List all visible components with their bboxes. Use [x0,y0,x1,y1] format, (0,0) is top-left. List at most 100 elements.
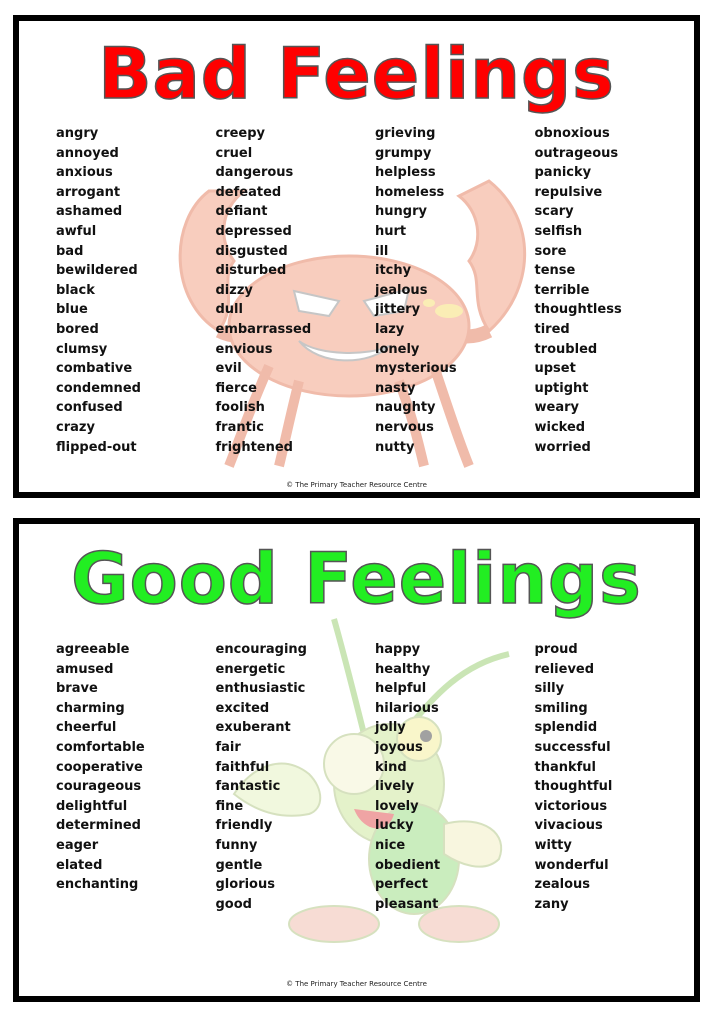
feeling-word: weary [534,400,579,416]
feeling-word: good [215,896,252,912]
feeling-word: courageous [56,779,142,795]
feeling-word: cooperative [56,759,143,775]
feeling-word: nasty [375,380,416,396]
feeling-word: depressed [215,223,292,239]
feeling-word: excited [215,700,270,716]
feeling-word: evil [215,361,242,377]
word-column: encouraging energetic enthusiastic excited e… [216,640,376,914]
bad-feelings-title: Bad Feelings [97,33,615,115]
feeling-word: embarrassed [215,321,312,337]
feeling-word: charming [56,700,125,716]
feeling-word: ill [375,243,389,259]
feeling-word: determined [56,818,141,834]
feeling-word: scary [534,204,574,220]
feeling-word: bored [56,321,99,337]
feeling-word: delightful [56,798,128,814]
feeling-word: smiling [534,700,588,716]
feeling-word: healthy [375,661,431,677]
word-column: angry annoyed anxious arrogant ashamed awful b… [56,124,216,457]
feeling-word: fantastic [215,779,281,795]
good-feelings-card: Good Feelings agreeable amused brave charmi… [13,518,700,1002]
feeling-word: hurt [375,223,407,239]
word-column: proud relieved silly smiling splendid success… [535,640,695,914]
feeling-word: foolish [215,400,265,416]
feeling-word: creepy [215,126,266,141]
feeling-word: troubled [534,341,598,357]
feeling-word: disturbed [215,263,287,279]
feeling-word: arrogant [56,184,121,200]
feeling-word: outrageous [534,145,619,161]
feeling-word: splendid [534,720,598,736]
feeling-word: tense [534,263,576,279]
feeling-word: angry [56,126,99,141]
feeling-word: lonely [375,341,420,357]
feeling-word: fierce [215,380,257,396]
feeling-word: funny [215,837,258,853]
feeling-word: cheerful [56,720,117,736]
feeling-word: friendly [215,818,273,834]
feeling-word: amused [56,661,114,677]
feeling-word: brave [56,681,98,697]
feeling-word: blue [56,302,88,318]
feeling-word: frightened [215,439,294,455]
feeling-word: successful [534,739,611,755]
feeling-word: fine [215,798,244,814]
feeling-word: thoughtless [534,302,622,318]
feeling-word: lovely [375,798,419,814]
feeling-word: frantic [215,419,264,435]
feeling-word: envious [215,341,273,357]
feeling-word: clumsy [56,341,108,357]
feeling-word: wonderful [534,857,609,873]
feeling-word: flipped-out [56,439,137,455]
feeling-word: thoughtful [534,779,613,795]
feeling-word: condemned [56,380,141,396]
word-column: grieving grumpy helpless homeless hungry hurt… [375,124,535,457]
word-column: happy healthy helpful hilarious jolly joyous k… [375,640,535,914]
feeling-word: zealous [534,877,591,893]
feeling-word: obnoxious [534,126,610,141]
feeling-word: joyous [375,739,423,755]
feeling-word: happy [375,642,421,657]
feeling-word: jealous [375,282,428,298]
feeling-word: obedient [375,857,441,873]
copyright-footer: © The Primary Teacher Resource Centre [286,481,427,489]
feeling-word: lively [375,779,415,795]
feeling-word: dull [215,302,243,318]
feeling-word: defeated [215,184,282,200]
feeling-word: bad [56,243,84,259]
feeling-word: zany [534,896,569,912]
bad-feelings-card: Bad Feelings angry annoyed anxious arrogant… [13,15,700,498]
feeling-word: vivacious [534,818,603,834]
feeling-word: bewildered [56,263,138,279]
feeling-word: elated [56,857,103,873]
feeling-word: jolly [375,720,406,736]
feeling-word: hungry [375,204,427,220]
feeling-word: kind [375,759,407,775]
feeling-word: enchanting [56,877,139,893]
feeling-word: terrible [534,282,590,298]
feeling-word: grumpy [375,145,432,161]
feeling-word: glorious [215,877,275,893]
feeling-word: eager [56,837,99,853]
feeling-word: jittery [375,302,421,318]
feeling-word: helpful [375,681,427,697]
word-column: agreeable amused brave charming cheerful comf… [56,640,216,914]
feeling-word: exuberant [215,720,291,736]
feeling-word: nervous [375,419,434,435]
feeling-word: confused [56,400,123,416]
good-feelings-title: Good Feelings [70,538,642,620]
feeling-word: uptight [534,380,589,396]
feeling-word: wicked [534,419,586,435]
feeling-word: encouraging [215,642,307,657]
feeling-word: panicky [534,165,592,181]
feeling-word: combative [56,361,133,377]
feeling-word: agreeable [56,642,130,657]
feeling-word: nutty [375,439,415,455]
feeling-word: black [56,282,95,298]
feeling-word: fair [215,739,241,755]
bad-feelings-word-columns: angry annoyed anxious arrogant ashamed awful b… [56,124,694,457]
feeling-word: thankful [534,759,597,775]
feeling-word: lucky [375,818,414,834]
feeling-word: gentle [215,857,263,873]
feeling-word: proud [534,642,578,657]
